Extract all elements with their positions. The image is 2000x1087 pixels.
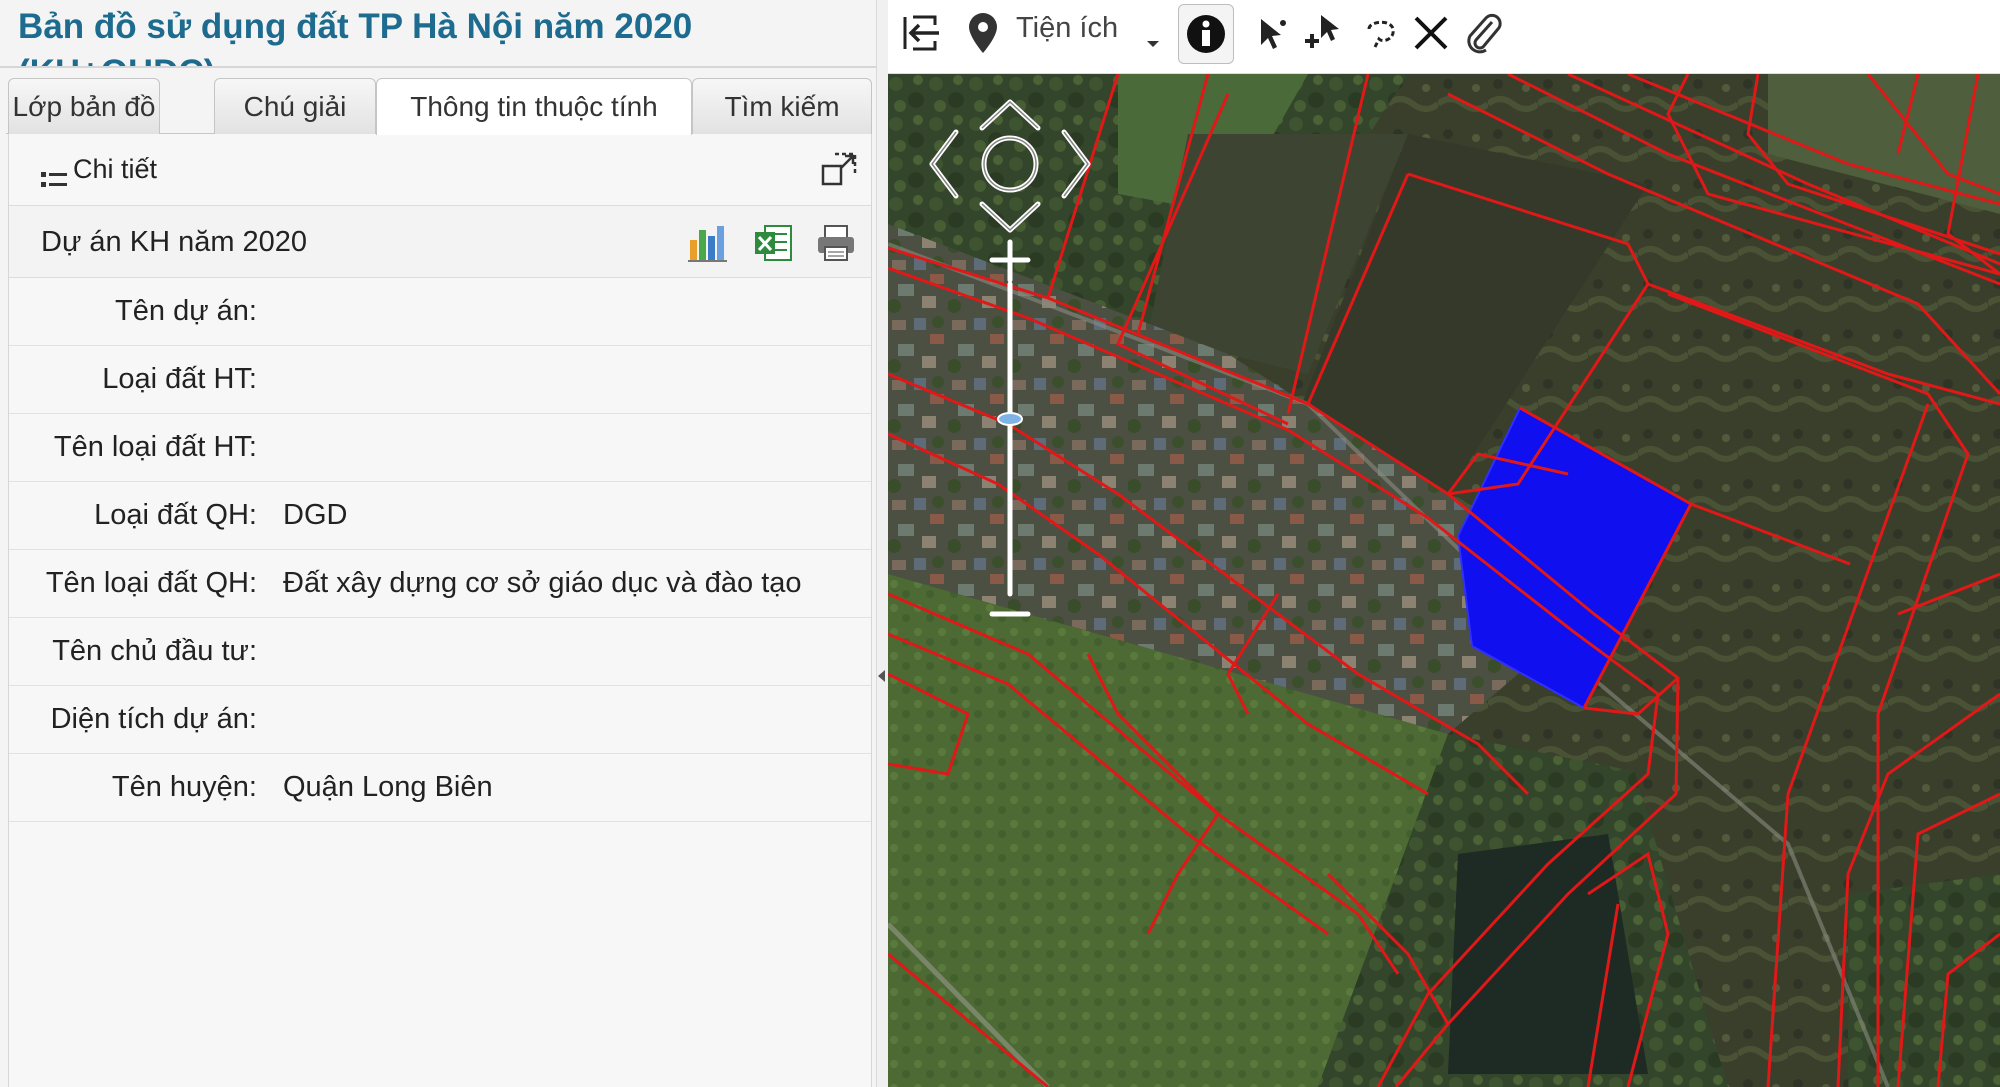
map-toolbar: Tiện ích	[888, 0, 2000, 74]
map-view[interactable]	[888, 74, 2000, 1087]
layer-name: Dự án KH năm 2020	[41, 226, 308, 258]
attribute-row: Diện tích dự án:	[9, 686, 871, 754]
layer-row: Dự án KH năm 2020	[9, 206, 871, 278]
attribute-row: Tên loại đất HT:	[9, 414, 871, 482]
detail-label: Chi tiết	[73, 154, 158, 184]
location-pin-icon[interactable]	[958, 8, 1008, 58]
attribute-row: Tên chủ đầu tư:	[9, 618, 871, 686]
print-icon[interactable]	[815, 222, 857, 264]
dropdown-caret-icon[interactable]	[1138, 8, 1168, 58]
detail-panel: Chi tiết Dự án KH năm 2020 Tên dự án: Lo…	[8, 134, 872, 1087]
tab-search[interactable]: Tìm kiếm	[692, 78, 872, 134]
attribute-key: Tên loại đất HT:	[53, 431, 257, 463]
collapse-arrow-icon[interactable]	[878, 670, 885, 682]
select-add-icon[interactable]	[1298, 8, 1348, 58]
title-divider	[0, 66, 880, 68]
attribute-key: Loại đất HT:	[102, 363, 257, 395]
attribute-value: Quận Long Biên	[283, 771, 493, 803]
zoom-level-handle[interactable]	[997, 412, 1023, 426]
detail-header: Chi tiết	[9, 134, 871, 206]
pan-right-icon[interactable]	[1061, 129, 1091, 199]
attribute-value: Đất xây dựng cơ sở giáo dục và đào tạo	[283, 567, 802, 599]
attribute-value: DGD	[283, 499, 348, 531]
excel-icon[interactable]	[753, 222, 795, 264]
attribute-row: Tên huyện: Quận Long Biên	[9, 754, 871, 822]
attribute-key: Loại đất QH:	[94, 499, 257, 531]
info-icon[interactable]	[1178, 4, 1234, 64]
attribute-key: Tên huyện:	[111, 771, 257, 803]
attribute-row: Loại đất HT:	[9, 346, 871, 414]
zoom-in-icon[interactable]	[989, 239, 1031, 283]
pan-up-icon[interactable]	[979, 99, 1041, 131]
tab-attribute-info[interactable]: Thông tin thuộc tính	[376, 78, 692, 135]
attribute-key: Tên loại đất QH:	[45, 567, 257, 599]
exit-icon[interactable]	[896, 8, 946, 58]
attribute-row: Loại đất QH: DGD	[9, 482, 871, 550]
pan-down-icon[interactable]	[979, 201, 1041, 233]
attribute-key: Tên chủ đầu tư:	[52, 635, 257, 667]
attribute-row: Tên dự án:	[9, 278, 871, 346]
clear-icon[interactable]	[1406, 8, 1456, 58]
tab-legend[interactable]: Chú giải	[214, 78, 376, 134]
app-title: Bản đồ sử dụng đất TP Hà Nội năm 2020 (K…	[18, 7, 693, 66]
expand-icon[interactable]	[821, 152, 857, 188]
chart-icon[interactable]	[687, 222, 729, 264]
left-panel: Bản đồ sử dụng đất TP Hà Nội năm 2020 (K…	[0, 0, 880, 1087]
map-nav-control	[929, 99, 1091, 617]
attach-icon[interactable]	[1458, 8, 1508, 58]
select-arrow-icon[interactable]	[1246, 8, 1296, 58]
attribute-row: Tên loại đất QH: Đất xây dựng cơ sở giáo…	[9, 550, 871, 618]
attribute-key: Diện tích dự án:	[50, 703, 257, 735]
attribute-key: Tên dự án:	[115, 295, 257, 327]
utilities-menu[interactable]: Tiện ích	[1016, 12, 1118, 45]
lasso-icon[interactable]	[1356, 8, 1406, 58]
panel-splitter[interactable]	[876, 0, 888, 1087]
tab-map-layers[interactable]: Lớp bản đồ	[8, 78, 160, 134]
list-icon	[41, 172, 67, 187]
tab-bar: Lớp bản đồ Chú giải Thông tin thuộc tính…	[6, 74, 872, 135]
pan-left-icon[interactable]	[929, 129, 959, 199]
